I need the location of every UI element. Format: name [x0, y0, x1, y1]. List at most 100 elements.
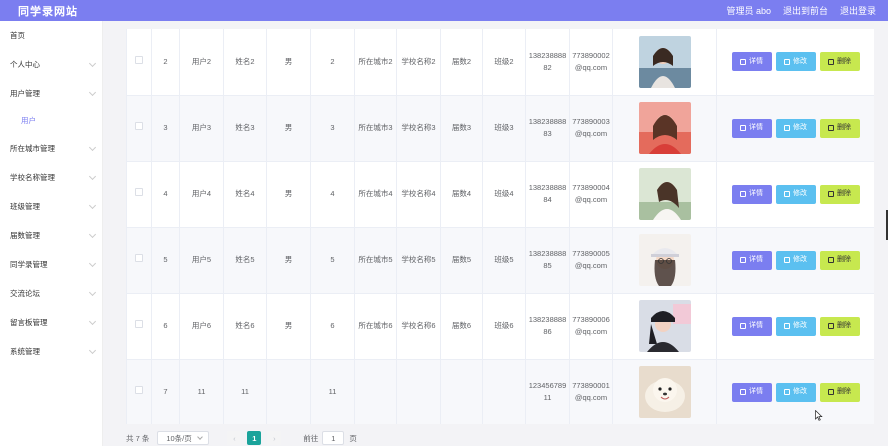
cell-photo [612, 358, 717, 424]
trash-icon [828, 257, 834, 263]
cell-age: 6 [310, 292, 355, 360]
cell-photo [612, 94, 717, 162]
sidebar-item-school-management[interactable]: 学校名称管理 [0, 168, 103, 186]
cell-gender: 男 [266, 29, 311, 96]
detail-label: 详情 [749, 322, 763, 329]
detail-label: 详情 [749, 388, 763, 395]
cell-school: 学校名称2 [396, 29, 441, 96]
row-checkbox[interactable] [135, 320, 143, 328]
row-select-cell [126, 358, 152, 424]
chevron-down-icon [88, 143, 97, 152]
edit-label: 修改 [793, 57, 807, 65]
cell-name: 11 [223, 358, 267, 424]
sidebar-item-label: 系统管理 [10, 346, 40, 356]
sidebar-item-user-management[interactable]: 用户管理 [0, 84, 103, 102]
delete-button[interactable]: 删除 [819, 382, 860, 402]
table-row: 7 11 11 11 12345678911 773890001@qq.com 详情 修改 删除 [126, 358, 874, 424]
sidebar-item-session-management[interactable]: 届数管理 [0, 226, 103, 244]
cell-school: 学校名称5 [396, 226, 441, 294]
sidebar-item-profile[interactable]: 个人中心 [0, 55, 103, 73]
cell-session [440, 358, 483, 424]
total-count: 共 7 条 [126, 433, 150, 443]
sidebar-item-message-board[interactable]: 留言板管理 [0, 313, 103, 331]
detail-button[interactable]: 详情 [731, 250, 772, 270]
cell-account: 用户6 [179, 292, 224, 360]
detail-button[interactable]: 详情 [731, 118, 772, 138]
chevron-down-icon [88, 259, 97, 268]
sidebar-item-label: 班级管理 [10, 201, 40, 211]
delete-button[interactable]: 删除 [819, 184, 860, 204]
sidebar-item-label: 用户 [21, 115, 36, 125]
delete-button[interactable]: 删除 [819, 118, 860, 138]
delete-button[interactable]: 删除 [819, 250, 860, 270]
cell-account: 用户3 [179, 94, 224, 162]
chevron-down-icon [88, 88, 97, 97]
page-unit-label: 页 [349, 433, 357, 443]
current-user: 管理员 abo [726, 6, 771, 16]
sidebar-item-city-management[interactable]: 所在城市管理 [0, 139, 103, 157]
edit-button[interactable]: 修改 [775, 184, 816, 204]
chevron-down-icon [88, 317, 97, 326]
row-checkbox[interactable] [135, 254, 143, 262]
page-1-button[interactable]: 1 [247, 431, 262, 445]
cell-index: 2 [151, 29, 180, 96]
row-select-cell [126, 29, 152, 96]
detail-button[interactable]: 详情 [731, 52, 772, 72]
sidebar-item-home[interactable]: 首页 [0, 26, 103, 44]
detail-icon [740, 191, 746, 197]
edit-icon [784, 191, 790, 197]
cell-phone: 13823888882 [525, 29, 570, 96]
user-table: 2 用户2 姓名2 男 2 所在城市2 学校名称2 届数2 班级2 13823888882 7738… [126, 29, 874, 424]
cell-session: 届数2 [440, 29, 483, 96]
detail-button[interactable]: 详情 [731, 184, 772, 204]
detail-button[interactable]: 详情 [731, 316, 772, 336]
cell-email: 773890003@qq.com [569, 94, 613, 162]
sidebar-item-system[interactable]: 系统管理 [0, 342, 103, 360]
cell-age: 4 [310, 160, 355, 228]
row-checkbox[interactable] [135, 386, 143, 394]
edit-button[interactable]: 修改 [775, 316, 816, 336]
row-checkbox[interactable] [135, 122, 143, 130]
delete-button[interactable]: 删除 [819, 52, 860, 72]
cell-phone: 13823888884 [525, 160, 570, 228]
goto-page-input[interactable]: 1 [322, 431, 345, 445]
sidebar-item-forum[interactable]: 交流论坛 [0, 284, 103, 302]
row-checkbox[interactable] [135, 188, 143, 196]
cell-age: 2 [310, 29, 355, 96]
cell-email: 773890001@qq.com [569, 358, 613, 424]
chevron-down-icon [88, 288, 97, 297]
prev-page-button[interactable]: ‹ [227, 431, 242, 445]
delete-button[interactable]: 删除 [819, 316, 860, 336]
page-size-select[interactable]: 10条/页 [157, 431, 210, 445]
table-row: 5 用户5 姓名5 男 5 所在城市5 学校名称5 届数5 班级5 13823888885 7738… [126, 226, 874, 294]
cell-index: 6 [151, 292, 180, 360]
row-select-cell [126, 292, 152, 360]
sidebar-item-alumni-management[interactable]: 同学录管理 [0, 255, 103, 273]
edit-button[interactable]: 修改 [775, 250, 816, 270]
cell-phone: 13823888885 [525, 226, 570, 294]
chevron-right-icon: › [273, 433, 276, 443]
cell-name: 姓名2 [223, 29, 267, 96]
site-title: 同学录网站 [18, 5, 78, 18]
sidebar-item-users[interactable]: 用户 [0, 111, 103, 129]
sidebar-item-label: 留言板管理 [10, 317, 48, 327]
sidebar-item-label: 届数管理 [10, 230, 40, 240]
sidebar-item-label: 学校名称管理 [10, 172, 55, 182]
edit-button[interactable]: 修改 [775, 118, 816, 138]
cell-city: 所在城市6 [354, 292, 397, 360]
logout-link[interactable]: 退出登录 [840, 4, 876, 17]
cell-name: 姓名4 [223, 160, 267, 228]
cell-gender: 男 [266, 94, 311, 162]
back-to-front-link[interactable]: 退出到前台 [783, 4, 828, 17]
sidebar-item-class-management[interactable]: 班级管理 [0, 197, 103, 215]
chevron-down-icon [88, 346, 97, 355]
pagination: 共 7 条 10条/页 ‹ 1 › 前往 1 页 [126, 430, 874, 446]
cell-school: 学校名称4 [396, 160, 441, 228]
edit-button[interactable]: 修改 [775, 382, 816, 402]
edit-button[interactable]: 修改 [775, 52, 816, 72]
row-checkbox[interactable] [135, 55, 143, 64]
delete-label: 删除 [837, 388, 851, 395]
detail-button[interactable]: 详情 [731, 382, 772, 402]
trash-icon [828, 389, 834, 395]
next-page-button[interactable]: › [267, 431, 282, 445]
